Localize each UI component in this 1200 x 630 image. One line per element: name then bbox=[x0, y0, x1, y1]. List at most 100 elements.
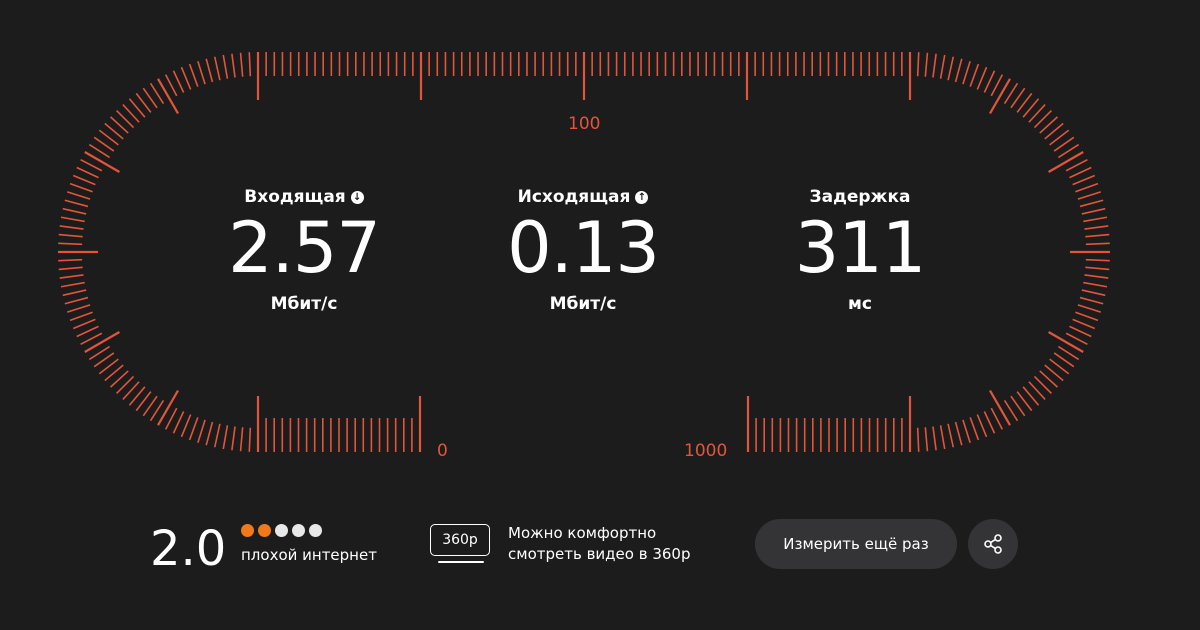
scale-tick bbox=[1048, 151, 1084, 173]
scale-tick bbox=[989, 78, 1011, 114]
download-metric: Входящая ↓ 2.57 Мбит/с bbox=[174, 186, 434, 314]
scale-tick bbox=[1081, 207, 1106, 215]
scale-tick bbox=[58, 233, 83, 238]
scale-tick bbox=[59, 274, 84, 279]
scale-tick bbox=[248, 427, 252, 452]
rating-dot-filled bbox=[258, 524, 271, 537]
scale-tick bbox=[969, 63, 980, 87]
scale-tick bbox=[1075, 182, 1099, 193]
scale-tick bbox=[69, 182, 93, 193]
rating-dot-empty bbox=[309, 524, 322, 537]
rating-score: 2.0 bbox=[150, 521, 227, 577]
scale-tick bbox=[983, 411, 996, 434]
scale-tick bbox=[197, 419, 206, 443]
latency-unit: мс bbox=[848, 294, 872, 314]
scale-tick bbox=[976, 414, 988, 438]
scale-tick bbox=[1065, 332, 1088, 346]
scale-tick bbox=[157, 78, 179, 114]
scale-tick bbox=[58, 266, 83, 271]
scale-tick bbox=[1077, 304, 1101, 313]
scale-tick bbox=[932, 426, 937, 451]
scale-tick bbox=[62, 289, 87, 297]
scale-tick bbox=[72, 174, 96, 186]
scale-tick bbox=[969, 417, 980, 441]
scale-tick bbox=[1069, 166, 1092, 179]
scale-tick bbox=[1048, 331, 1084, 353]
scale-tick bbox=[239, 427, 244, 452]
scale-tick bbox=[157, 390, 179, 426]
upload-title: Исходящая bbox=[517, 187, 631, 207]
scale-tick bbox=[1072, 318, 1096, 330]
scale-tick bbox=[1081, 289, 1106, 297]
latency-title: Задержка bbox=[809, 187, 911, 207]
scale-tick bbox=[962, 419, 971, 443]
download-value: 2.57 bbox=[228, 207, 381, 289]
scale-tick bbox=[69, 311, 93, 322]
scale-tick bbox=[67, 304, 91, 313]
rating-dot-empty bbox=[275, 524, 288, 537]
scale-tick bbox=[924, 52, 929, 77]
upload-value: 0.13 bbox=[507, 207, 660, 289]
scale-tick bbox=[76, 325, 99, 338]
scale-tick bbox=[205, 58, 214, 83]
rating-dot-empty bbox=[292, 524, 305, 537]
scale-tick bbox=[72, 318, 96, 330]
retest-button[interactable]: Измерить ещё раз bbox=[755, 519, 957, 569]
scale-tick bbox=[1079, 199, 1104, 208]
scale-tick bbox=[62, 207, 87, 215]
scale-tick bbox=[213, 56, 221, 81]
scale-tick bbox=[67, 191, 91, 200]
scale-tick bbox=[172, 70, 185, 93]
video-recommendation: Можно комфортно смотреть видео в 360p bbox=[508, 523, 690, 565]
share-button[interactable] bbox=[968, 519, 1018, 569]
scale-tick bbox=[58, 242, 83, 246]
scale-tick bbox=[76, 166, 99, 179]
scale-tick bbox=[954, 58, 963, 83]
scale-tick bbox=[188, 63, 199, 87]
scale-tick bbox=[916, 52, 920, 77]
video-quality-badge: 360p bbox=[430, 524, 490, 556]
scale-tick bbox=[1085, 242, 1110, 246]
result-footer: 2.0 плохой интернет 360p Можно комфортно… bbox=[0, 510, 1200, 590]
scale-tick bbox=[180, 414, 192, 438]
scale-tick bbox=[1085, 233, 1110, 238]
scale-tick bbox=[962, 61, 971, 85]
scale-tick bbox=[60, 281, 85, 288]
download-title: Входящая bbox=[244, 187, 346, 207]
scale-tick bbox=[939, 425, 946, 450]
scale-tick bbox=[947, 56, 955, 81]
scale-tick bbox=[60, 216, 85, 223]
rating-label: плохой интернет bbox=[241, 546, 377, 564]
scale-tick bbox=[1083, 216, 1108, 223]
video-line-2: смотреть видео в 360p bbox=[508, 545, 691, 563]
upload-unit: Мбит/с bbox=[549, 294, 617, 314]
scale-tick bbox=[1079, 296, 1104, 305]
scale-tick bbox=[64, 199, 89, 208]
scale-tick bbox=[924, 427, 929, 452]
scale-tick bbox=[231, 53, 236, 78]
scale-tick bbox=[1065, 158, 1088, 172]
scale-tick bbox=[84, 151, 120, 173]
scale-tick bbox=[1084, 274, 1109, 279]
scale-tick bbox=[1085, 266, 1110, 271]
scale-tick bbox=[188, 417, 199, 441]
scale-tick bbox=[164, 407, 178, 430]
latency-value: 311 bbox=[794, 207, 927, 289]
scale-tick bbox=[80, 158, 103, 172]
scale-label-100: 100 bbox=[568, 114, 601, 134]
download-unit: Мбит/с bbox=[270, 294, 338, 314]
scale-tick bbox=[916, 427, 920, 452]
scale-tick bbox=[80, 332, 103, 346]
scale-tick bbox=[180, 66, 192, 90]
share-icon bbox=[984, 534, 1002, 554]
scale-tick bbox=[976, 66, 988, 90]
arrow-down-circle-icon: ↓ bbox=[350, 190, 364, 204]
scale-tick bbox=[983, 70, 996, 93]
rating-dots bbox=[241, 524, 322, 537]
scale-tick bbox=[231, 426, 236, 451]
scale-tick bbox=[1072, 174, 1096, 186]
scale-tick bbox=[989, 390, 1011, 426]
scale-tick bbox=[164, 74, 178, 97]
scale-tick bbox=[59, 225, 84, 230]
upload-metric: Исходящая ↑ 0.13 Мбит/с bbox=[453, 186, 713, 314]
